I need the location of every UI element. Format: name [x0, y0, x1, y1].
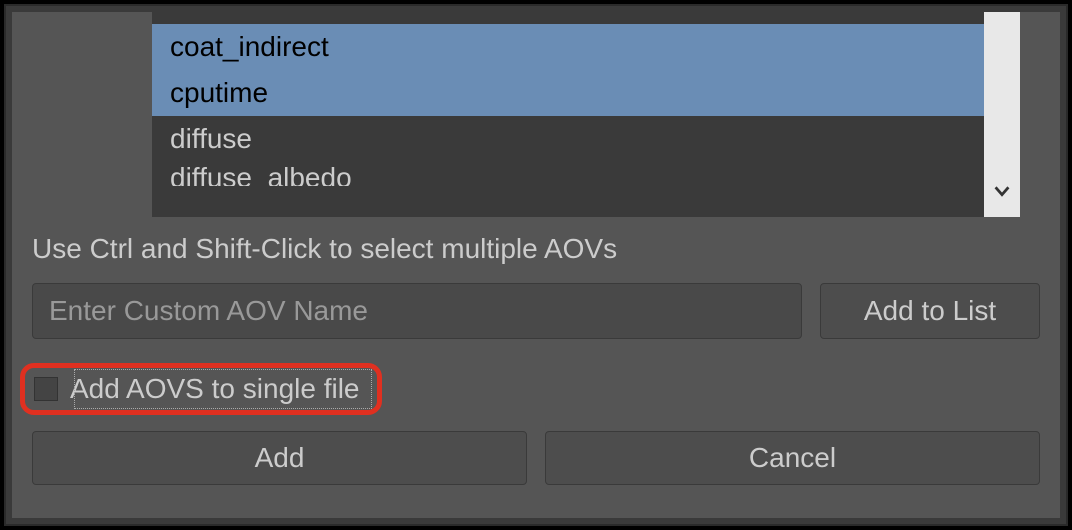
custom-aov-row: Add to List: [12, 275, 1060, 347]
custom-aov-input[interactable]: [32, 283, 802, 339]
chevron-down-icon[interactable]: [984, 173, 1020, 209]
single-file-checkbox-row[interactable]: Add AOVS to single file: [24, 365, 374, 413]
single-file-checkbox-label[interactable]: Add AOVS to single file: [70, 373, 360, 405]
aov-panel: coat_indirect cputime diffuse diffuse_al…: [12, 12, 1060, 518]
action-button-row: Add Cancel: [12, 425, 1060, 503]
aov-list[interactable]: coat_indirect cputime diffuse diffuse_al…: [152, 12, 984, 217]
list-item[interactable]: diffuse: [152, 116, 984, 162]
single-file-checkbox[interactable]: [34, 377, 58, 401]
list-item[interactable]: cputime: [152, 70, 984, 116]
scrollbar[interactable]: [984, 12, 1020, 217]
instruction-text: Use Ctrl and Shift-Click to select multi…: [12, 217, 1060, 275]
cancel-button[interactable]: Cancel: [545, 431, 1040, 485]
aov-list-container: coat_indirect cputime diffuse diffuse_al…: [152, 12, 1020, 217]
list-item[interactable]: coat_indirect: [152, 24, 984, 70]
add-button[interactable]: Add: [32, 431, 527, 485]
list-item[interactable]: [152, 12, 984, 24]
outer-frame: coat_indirect cputime diffuse diffuse_al…: [4, 4, 1068, 526]
list-item[interactable]: diffuse_albedo: [152, 162, 984, 186]
add-to-list-button[interactable]: Add to List: [820, 283, 1040, 339]
